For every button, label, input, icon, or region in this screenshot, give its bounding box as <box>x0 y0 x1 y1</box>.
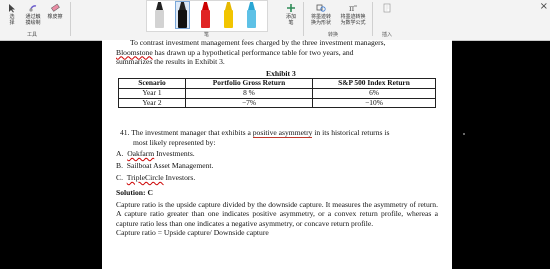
table-header: Portfolio Gross Return <box>185 78 313 89</box>
option-a: A. Oakfarm Investments. <box>116 149 195 158</box>
highlighter-yellow[interactable] <box>222 2 235 28</box>
touch-draw-button[interactable]: 通过触 摸绘制 <box>22 3 44 26</box>
question-number: 41. <box>120 128 130 137</box>
table-cell: −10% <box>312 97 436 109</box>
table-row: Year 2 −7% −10% <box>118 97 436 109</box>
svg-text:π: π <box>349 4 354 13</box>
option-c: C. TripleCircle Investors. <box>116 173 196 182</box>
insert-button[interactable] <box>378 3 396 14</box>
table-cell: Year 1 <box>118 87 186 99</box>
ink-ribbon: 选 择 通过触 摸绘制 橡皮擦 工具 笔 添加 笔 将墨迹转 换为形状 π 将墨… <box>0 0 550 41</box>
ink-to-math-icon: π <box>349 4 357 13</box>
table-cell: Year 2 <box>118 97 186 109</box>
eraser-button[interactable]: 橡皮擦 <box>45 3 65 20</box>
ribbon-separator <box>372 2 373 36</box>
option-b: B. Sailboat Asset Management. <box>116 161 214 170</box>
highlighter-cyan[interactable] <box>245 2 258 28</box>
convert-group-label: 转换 <box>328 32 339 38</box>
table-cell: 8 % <box>185 87 313 99</box>
solution-block: Solution: C Capture ratio is the upside … <box>116 188 438 238</box>
document-content: To contrast investment management fees c… <box>116 38 438 238</box>
intro-paragraph: To contrast investment management fees c… <box>116 38 386 67</box>
bloomstone-word: Bloomstone <box>116 47 153 57</box>
solution-formula: Capture ratio = Upside capture/ Downside… <box>116 228 269 238</box>
insert-icon <box>383 3 391 13</box>
ink-underline-positive-asymmetry: positive asymmetry <box>252 128 313 138</box>
pen-black[interactable] <box>175 1 190 29</box>
cursor-dot <box>463 133 465 135</box>
add-pen-icon <box>287 4 295 12</box>
add-pen-button[interactable]: 添加 笔 <box>280 3 302 26</box>
tools-group-label: 工具 <box>27 32 38 38</box>
ink-to-shape-icon <box>316 4 326 12</box>
select-tool-button[interactable]: 选 择 <box>2 3 22 26</box>
close-icon[interactable]: × <box>540 1 548 12</box>
table-header: Scenario <box>118 78 186 89</box>
table-header-row: Scenario Portfolio Gross Return S&P 500 … <box>118 78 436 89</box>
ribbon-separator <box>303 2 304 36</box>
exhibit-table: Scenario Portfolio Gross Return S&P 500 … <box>118 78 436 109</box>
ink-to-math-button[interactable]: π 将墨迹转换 为数学公式 <box>337 3 369 26</box>
pen-gray[interactable] <box>153 2 166 28</box>
pen-red[interactable] <box>199 2 212 28</box>
eraser-icon <box>51 3 60 12</box>
table-cell: −7% <box>185 97 313 109</box>
ink-to-shape-button[interactable]: 将墨迹转 换为形状 <box>306 3 336 26</box>
cursor-icon <box>9 4 15 13</box>
table-cell: 6% <box>312 87 436 99</box>
solution-title: Solution: C <box>116 188 153 197</box>
touch-draw-icon <box>29 5 37 12</box>
insert-group-label: 插入 <box>382 32 393 38</box>
table-header: S&P 500 Index Return <box>312 78 436 89</box>
pens-group-label: 笔 <box>204 32 210 38</box>
table-row: Year 1 8 % 6% <box>118 87 436 99</box>
pen-gallery <box>146 0 268 32</box>
ribbon-separator <box>70 2 71 36</box>
solution-paragraph: Capture ratio is the upside capture divi… <box>116 199 438 228</box>
